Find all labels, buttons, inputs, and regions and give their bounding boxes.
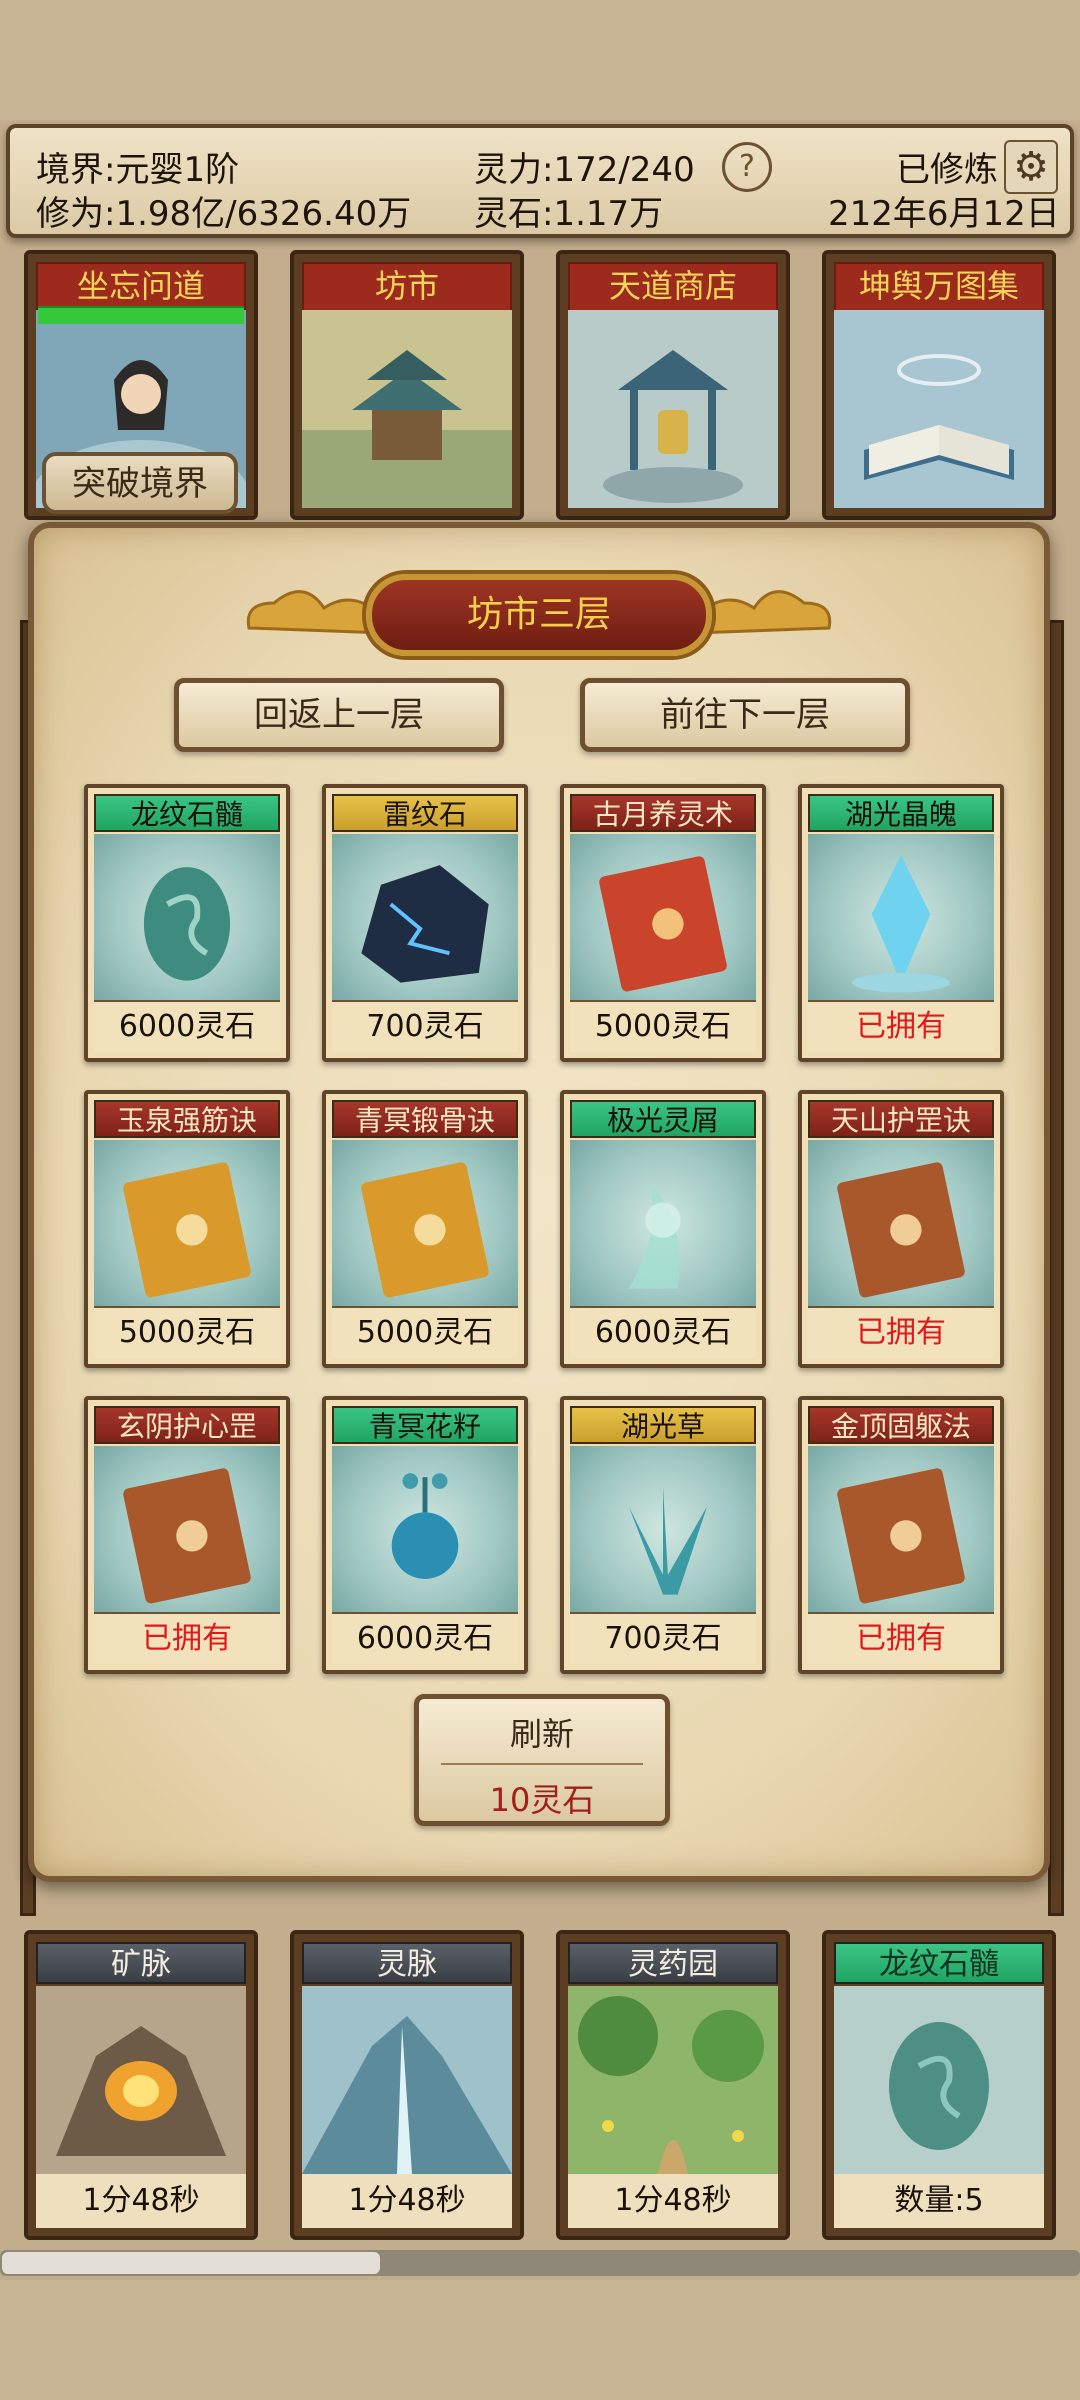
item-price: 700灵石 bbox=[570, 1612, 756, 1664]
owned-label: 已拥有 bbox=[94, 1612, 280, 1664]
location-card-market[interactable]: 坊市 bbox=[290, 250, 524, 520]
item-price: 6000灵石 bbox=[332, 1612, 518, 1664]
item-name: 湖光晶魄 bbox=[808, 794, 994, 832]
shop-item-card[interactable]: 玉泉强筋诀 5000灵石 bbox=[84, 1090, 290, 1368]
item-name: 古月养灵术 bbox=[570, 794, 756, 832]
cultivating-status: 已修炼 bbox=[896, 150, 998, 190]
breakthrough-progress-bar bbox=[38, 306, 244, 324]
bottom-card-spirit-vein[interactable]: 灵脉 1分48秒 bbox=[290, 1930, 524, 2240]
item-name: 玄阴护心罡 bbox=[94, 1406, 280, 1444]
shop-item-card[interactable]: 古月养灵术 5000灵石 bbox=[560, 784, 766, 1062]
item-price: 6000灵石 bbox=[94, 1000, 280, 1052]
item-price: 700灵石 bbox=[332, 1000, 518, 1052]
open-book-icon bbox=[834, 310, 1044, 508]
shop-item-card[interactable]: 雷纹石 700灵石 bbox=[322, 784, 528, 1062]
grass-icon bbox=[570, 1446, 756, 1614]
mine-icon bbox=[36, 1986, 246, 2174]
shop-item-card[interactable]: 湖光晶魄 已拥有 bbox=[798, 784, 1004, 1062]
spirit-vein-icon bbox=[302, 1986, 512, 2174]
location-title: 坐忘问道 bbox=[36, 262, 246, 312]
market-pagoda-icon bbox=[302, 310, 512, 508]
shop-item-card[interactable]: 湖光草 700灵石 bbox=[560, 1396, 766, 1674]
cloud-ornament-icon bbox=[694, 590, 832, 635]
refresh-label: 刷新 bbox=[509, 1715, 574, 1753]
card-title: 矿脉 bbox=[36, 1942, 246, 1984]
item-name: 雷纹石 bbox=[332, 794, 518, 832]
item-price: 5000灵石 bbox=[332, 1306, 518, 1358]
spirit-stone-text: 灵石:1.17万 bbox=[474, 194, 664, 234]
bottom-background bbox=[0, 2280, 1080, 2400]
status-bar: 境界:元婴1阶 修为:1.98亿/6326.40万 灵力:172/240 灵石:… bbox=[6, 124, 1074, 238]
owned-label: 已拥有 bbox=[808, 1000, 994, 1052]
brown-book-icon bbox=[808, 1446, 994, 1614]
dragon-egg-icon bbox=[94, 834, 280, 1002]
location-card-atlas[interactable]: 坤舆万图集 bbox=[822, 250, 1056, 520]
background-card-edge bbox=[1048, 620, 1064, 1916]
shop-item-card[interactable]: 天山护罡诀 已拥有 bbox=[798, 1090, 1004, 1368]
item-name: 金顶固躯法 bbox=[808, 1406, 994, 1444]
flower-seed-icon bbox=[332, 1446, 518, 1614]
card-quantity: 数量:5 bbox=[834, 2174, 1044, 2228]
herb-garden-icon bbox=[568, 1986, 778, 2174]
brown-book-icon bbox=[808, 1140, 994, 1308]
cloud-ornament-icon bbox=[246, 590, 384, 635]
crystal-icon bbox=[808, 834, 994, 1002]
aurora-dust-icon bbox=[570, 1140, 756, 1308]
item-name: 玉泉强筋诀 bbox=[94, 1100, 280, 1138]
shop-item-card[interactable]: 玄阴护心罡 已拥有 bbox=[84, 1396, 290, 1674]
item-name: 龙纹石髓 bbox=[94, 794, 280, 832]
item-name: 湖光草 bbox=[570, 1406, 756, 1444]
brown-book-icon bbox=[94, 1446, 280, 1614]
pavilion-bell-icon bbox=[568, 310, 778, 508]
shop-item-card[interactable]: 青冥花籽 6000灵石 bbox=[322, 1396, 528, 1674]
red-book-icon bbox=[570, 834, 756, 1002]
game-date: 212年6月12日 bbox=[828, 194, 1060, 234]
card-title: 灵药园 bbox=[568, 1942, 778, 1984]
location-title: 坊市 bbox=[302, 262, 512, 312]
card-title: 龙纹石髓 bbox=[834, 1942, 1044, 1984]
location-title: 天道商店 bbox=[568, 262, 778, 312]
bottom-card-dragon-stone[interactable]: 龙纹石髓 数量:5 bbox=[822, 1930, 1056, 2240]
item-name: 青冥锻骨诀 bbox=[332, 1100, 518, 1138]
cultivation-text: 修为:1.98亿/6326.40万 bbox=[36, 194, 412, 234]
dragon-egg-icon bbox=[834, 1986, 1044, 2174]
gold-book-icon bbox=[332, 1140, 518, 1308]
item-name: 天山护罡诀 bbox=[808, 1100, 994, 1138]
bottom-card-mine[interactable]: 矿脉 1分48秒 bbox=[24, 1930, 258, 2240]
realm-text: 境界:元婴1阶 bbox=[36, 150, 240, 190]
prev-floor-button[interactable]: 回返上一层 bbox=[174, 678, 504, 752]
scrollbar-thumb[interactable] bbox=[2, 2252, 380, 2274]
item-name: 青冥花籽 bbox=[332, 1406, 518, 1444]
location-card-heaven-shop[interactable]: 天道商店 bbox=[556, 250, 790, 520]
item-name: 极光灵屑 bbox=[570, 1100, 756, 1138]
owned-label: 已拥有 bbox=[808, 1306, 994, 1358]
shop-item-card[interactable]: 青冥锻骨诀 5000灵石 bbox=[322, 1090, 528, 1368]
refresh-cost: 10灵石 bbox=[489, 1781, 595, 1819]
thunder-rock-icon bbox=[332, 834, 518, 1002]
item-price: 5000灵石 bbox=[94, 1306, 280, 1358]
shop-item-card[interactable]: 金顶固躯法 已拥有 bbox=[798, 1396, 1004, 1674]
item-price: 6000灵石 bbox=[570, 1306, 756, 1358]
card-timer: 1分48秒 bbox=[302, 2174, 512, 2228]
item-price: 5000灵石 bbox=[570, 1000, 756, 1052]
bottom-card-herb-garden[interactable]: 灵药园 1分48秒 bbox=[556, 1930, 790, 2240]
refresh-button[interactable]: 刷新 10灵石 bbox=[414, 1694, 670, 1826]
spirit-power-text: 灵力:172/240 bbox=[474, 150, 695, 190]
top-background bbox=[0, 0, 1080, 120]
card-title: 灵脉 bbox=[302, 1942, 512, 1984]
shop-item-card[interactable]: 龙纹石髓 6000灵石 bbox=[84, 784, 290, 1062]
card-timer: 1分48秒 bbox=[36, 2174, 246, 2228]
next-floor-button[interactable]: 前往下一层 bbox=[580, 678, 910, 752]
market-panel: 坊市三层 回返上一层 前往下一层 龙纹石髓 6000灵石 雷纹石 700灵石 古月养灵术… bbox=[28, 522, 1050, 1882]
help-icon[interactable]: ? bbox=[722, 142, 772, 192]
panel-title: 坊市三层 bbox=[366, 574, 712, 656]
gold-book-icon bbox=[94, 1140, 280, 1308]
owned-label: 已拥有 bbox=[808, 1612, 994, 1664]
location-title: 坤舆万图集 bbox=[834, 262, 1044, 312]
divider bbox=[441, 1763, 643, 1765]
shop-item-card[interactable]: 极光灵屑 6000灵石 bbox=[560, 1090, 766, 1368]
breakthrough-button[interactable]: 突破境界 bbox=[42, 452, 238, 514]
card-timer: 1分48秒 bbox=[568, 2174, 778, 2228]
